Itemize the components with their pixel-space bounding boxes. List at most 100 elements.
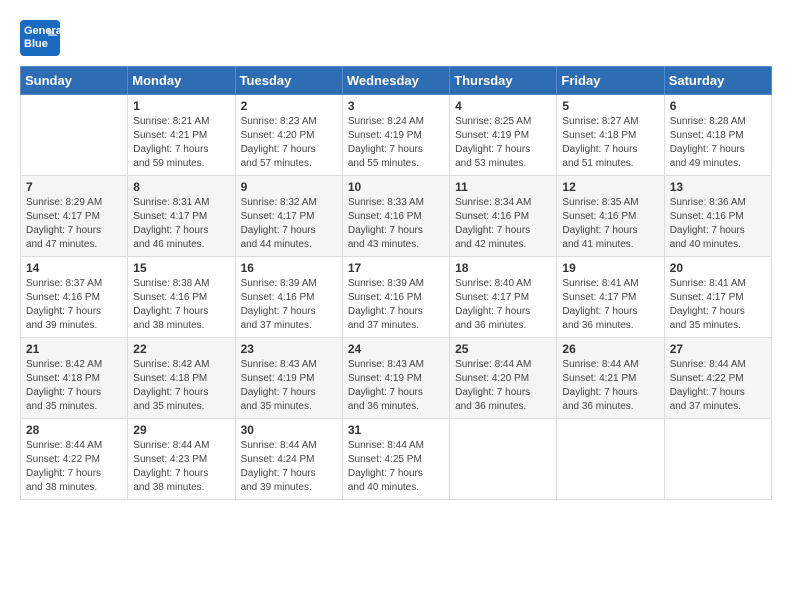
calendar-cell: 7 Sunrise: 8:29 AM Sunset: 4:17 PM Daylig… — [21, 176, 128, 257]
day-number: 2 — [241, 99, 337, 113]
cell-info: Sunrise: 8:21 AM Sunset: 4:21 PM Dayligh… — [133, 115, 229, 171]
calendar-week-1: 1 Sunrise: 8:21 AM Sunset: 4:21 PM Daylig… — [21, 95, 772, 176]
calendar-cell: 2 Sunrise: 8:23 AM Sunset: 4:20 PM Daylig… — [235, 95, 342, 176]
calendar-cell: 20 Sunrise: 8:41 AM Sunset: 4:17 PM Dayli… — [664, 257, 771, 338]
calendar-cell: 14 Sunrise: 8:37 AM Sunset: 4:16 PM Dayli… — [21, 257, 128, 338]
weekday-saturday: Saturday — [664, 67, 771, 95]
calendar-cell: 9 Sunrise: 8:32 AM Sunset: 4:17 PM Daylig… — [235, 176, 342, 257]
calendar-cell: 8 Sunrise: 8:31 AM Sunset: 4:17 PM Daylig… — [128, 176, 235, 257]
day-number: 13 — [670, 180, 766, 194]
day-number: 4 — [455, 99, 551, 113]
calendar-cell: 22 Sunrise: 8:42 AM Sunset: 4:18 PM Dayli… — [128, 338, 235, 419]
calendar-cell: 19 Sunrise: 8:41 AM Sunset: 4:17 PM Dayli… — [557, 257, 664, 338]
day-number: 29 — [133, 423, 229, 437]
calendar-cell: 11 Sunrise: 8:34 AM Sunset: 4:16 PM Dayli… — [450, 176, 557, 257]
cell-info: Sunrise: 8:35 AM Sunset: 4:16 PM Dayligh… — [562, 196, 658, 252]
day-number: 14 — [26, 261, 122, 275]
calendar-week-4: 21Sunrise: 8:42 AM Sunset: 4:18 PM Dayli… — [21, 338, 772, 419]
cell-info: Sunrise: 8:25 AM Sunset: 4:19 PM Dayligh… — [455, 115, 551, 171]
calendar-cell: 3Sunrise: 8:24 AM Sunset: 4:19 PM Daylig… — [342, 95, 449, 176]
day-number: 5 — [562, 99, 658, 113]
day-number: 17 — [348, 261, 444, 275]
day-number: 31 — [348, 423, 444, 437]
day-number: 26 — [562, 342, 658, 356]
calendar-cell: 26Sunrise: 8:44 AM Sunset: 4:21 PM Dayli… — [557, 338, 664, 419]
day-number: 27 — [670, 342, 766, 356]
cell-info: Sunrise: 8:44 AM Sunset: 4:20 PM Dayligh… — [455, 358, 551, 414]
cell-info: Sunrise: 8:44 AM Sunset: 4:23 PM Dayligh… — [133, 439, 229, 495]
day-number: 22 — [133, 342, 229, 356]
weekday-wednesday: Wednesday — [342, 67, 449, 95]
calendar-week-3: 14 Sunrise: 8:37 AM Sunset: 4:16 PM Dayli… — [21, 257, 772, 338]
day-number: 9 — [241, 180, 337, 194]
cell-info: Sunrise: 8:34 AM Sunset: 4:16 PM Dayligh… — [455, 196, 551, 252]
calendar-cell: 10 Sunrise: 8:33 AM Sunset: 4:16 PM Dayli… — [342, 176, 449, 257]
cell-info: Sunrise: 8:42 AM Sunset: 4:18 PM Dayligh… — [133, 358, 229, 414]
cell-info: Sunrise: 8:24 AM Sunset: 4:19 PM Dayligh… — [348, 115, 444, 171]
cell-info: Sunrise: 8:29 AM Sunset: 4:17 PM Dayligh… — [26, 196, 122, 252]
cell-info: Sunrise: 8:37 AM Sunset: 4:16 PM Dayligh… — [26, 277, 122, 333]
day-number: 15 — [133, 261, 229, 275]
cell-info: Sunrise: 8:28 AM Sunset: 4:18 PM Dayligh… — [670, 115, 766, 171]
weekday-header-row: SundayMondayTuesdayWednesdayThursdayFrid… — [21, 67, 772, 95]
cell-info: Sunrise: 8:40 AM Sunset: 4:17 PM Dayligh… — [455, 277, 551, 333]
calendar-cell — [557, 419, 664, 500]
cell-info: Sunrise: 8:44 AM Sunset: 4:22 PM Dayligh… — [26, 439, 122, 495]
cell-info: Sunrise: 8:43 AM Sunset: 4:19 PM Dayligh… — [348, 358, 444, 414]
calendar-cell: 6 Sunrise: 8:28 AM Sunset: 4:18 PM Daylig… — [664, 95, 771, 176]
calendar-cell: 23 Sunrise: 8:43 AM Sunset: 4:19 PM Dayli… — [235, 338, 342, 419]
calendar-cell: 15 Sunrise: 8:38 AM Sunset: 4:16 PM Dayli… — [128, 257, 235, 338]
weekday-monday: Monday — [128, 67, 235, 95]
calendar-cell: 5Sunrise: 8:27 AM Sunset: 4:18 PM Daylig… — [557, 95, 664, 176]
calendar-cell: 28 Sunrise: 8:44 AM Sunset: 4:22 PM Dayli… — [21, 419, 128, 500]
cell-info: Sunrise: 8:42 AM Sunset: 4:18 PM Dayligh… — [26, 358, 122, 414]
calendar-cell: 27 Sunrise: 8:44 AM Sunset: 4:22 PM Dayli… — [664, 338, 771, 419]
calendar-cell — [450, 419, 557, 500]
cell-info: Sunrise: 8:33 AM Sunset: 4:16 PM Dayligh… — [348, 196, 444, 252]
day-number: 6 — [670, 99, 766, 113]
calendar-cell: 12 Sunrise: 8:35 AM Sunset: 4:16 PM Dayli… — [557, 176, 664, 257]
day-number: 30 — [241, 423, 337, 437]
day-number: 12 — [562, 180, 658, 194]
cell-info: Sunrise: 8:38 AM Sunset: 4:16 PM Dayligh… — [133, 277, 229, 333]
weekday-sunday: Sunday — [21, 67, 128, 95]
day-number: 28 — [26, 423, 122, 437]
day-number: 25 — [455, 342, 551, 356]
day-number: 23 — [241, 342, 337, 356]
day-number: 20 — [670, 261, 766, 275]
cell-info: Sunrise: 8:39 AM Sunset: 4:16 PM Dayligh… — [348, 277, 444, 333]
logo: General Blue — [20, 20, 64, 56]
day-number: 7 — [26, 180, 122, 194]
day-number: 10 — [348, 180, 444, 194]
calendar-cell: 18 Sunrise: 8:40 AM Sunset: 4:17 PM Dayli… — [450, 257, 557, 338]
day-number: 8 — [133, 180, 229, 194]
weekday-friday: Friday — [557, 67, 664, 95]
cell-info: Sunrise: 8:43 AM Sunset: 4:19 PM Dayligh… — [241, 358, 337, 414]
calendar-cell: 17 Sunrise: 8:39 AM Sunset: 4:16 PM Dayli… — [342, 257, 449, 338]
calendar-week-2: 7 Sunrise: 8:29 AM Sunset: 4:17 PM Daylig… — [21, 176, 772, 257]
calendar-cell: 21Sunrise: 8:42 AM Sunset: 4:18 PM Dayli… — [21, 338, 128, 419]
cell-info: Sunrise: 8:44 AM Sunset: 4:22 PM Dayligh… — [670, 358, 766, 414]
calendar-table: SundayMondayTuesdayWednesdayThursdayFrid… — [20, 66, 772, 500]
cell-info: Sunrise: 8:41 AM Sunset: 4:17 PM Dayligh… — [562, 277, 658, 333]
cell-info: Sunrise: 8:41 AM Sunset: 4:17 PM Dayligh… — [670, 277, 766, 333]
day-number: 1 — [133, 99, 229, 113]
day-number: 19 — [562, 261, 658, 275]
day-number: 18 — [455, 261, 551, 275]
calendar-cell: 29 Sunrise: 8:44 AM Sunset: 4:23 PM Dayli… — [128, 419, 235, 500]
calendar-cell: 24Sunrise: 8:43 AM Sunset: 4:19 PM Dayli… — [342, 338, 449, 419]
weekday-thursday: Thursday — [450, 67, 557, 95]
logo-icon: General Blue — [20, 20, 60, 56]
day-number: 11 — [455, 180, 551, 194]
cell-info: Sunrise: 8:31 AM Sunset: 4:17 PM Dayligh… — [133, 196, 229, 252]
cell-info: Sunrise: 8:23 AM Sunset: 4:20 PM Dayligh… — [241, 115, 337, 171]
cell-info: Sunrise: 8:44 AM Sunset: 4:25 PM Dayligh… — [348, 439, 444, 495]
calendar-cell: 4 Sunrise: 8:25 AM Sunset: 4:19 PM Daylig… — [450, 95, 557, 176]
day-number: 16 — [241, 261, 337, 275]
cell-info: Sunrise: 8:32 AM Sunset: 4:17 PM Dayligh… — [241, 196, 337, 252]
cell-info: Sunrise: 8:36 AM Sunset: 4:16 PM Dayligh… — [670, 196, 766, 252]
calendar-cell: 13 Sunrise: 8:36 AM Sunset: 4:16 PM Dayli… — [664, 176, 771, 257]
cell-info: Sunrise: 8:44 AM Sunset: 4:24 PM Dayligh… — [241, 439, 337, 495]
cell-info: Sunrise: 8:39 AM Sunset: 4:16 PM Dayligh… — [241, 277, 337, 333]
calendar-cell: 31 Sunrise: 8:44 AM Sunset: 4:25 PM Dayli… — [342, 419, 449, 500]
